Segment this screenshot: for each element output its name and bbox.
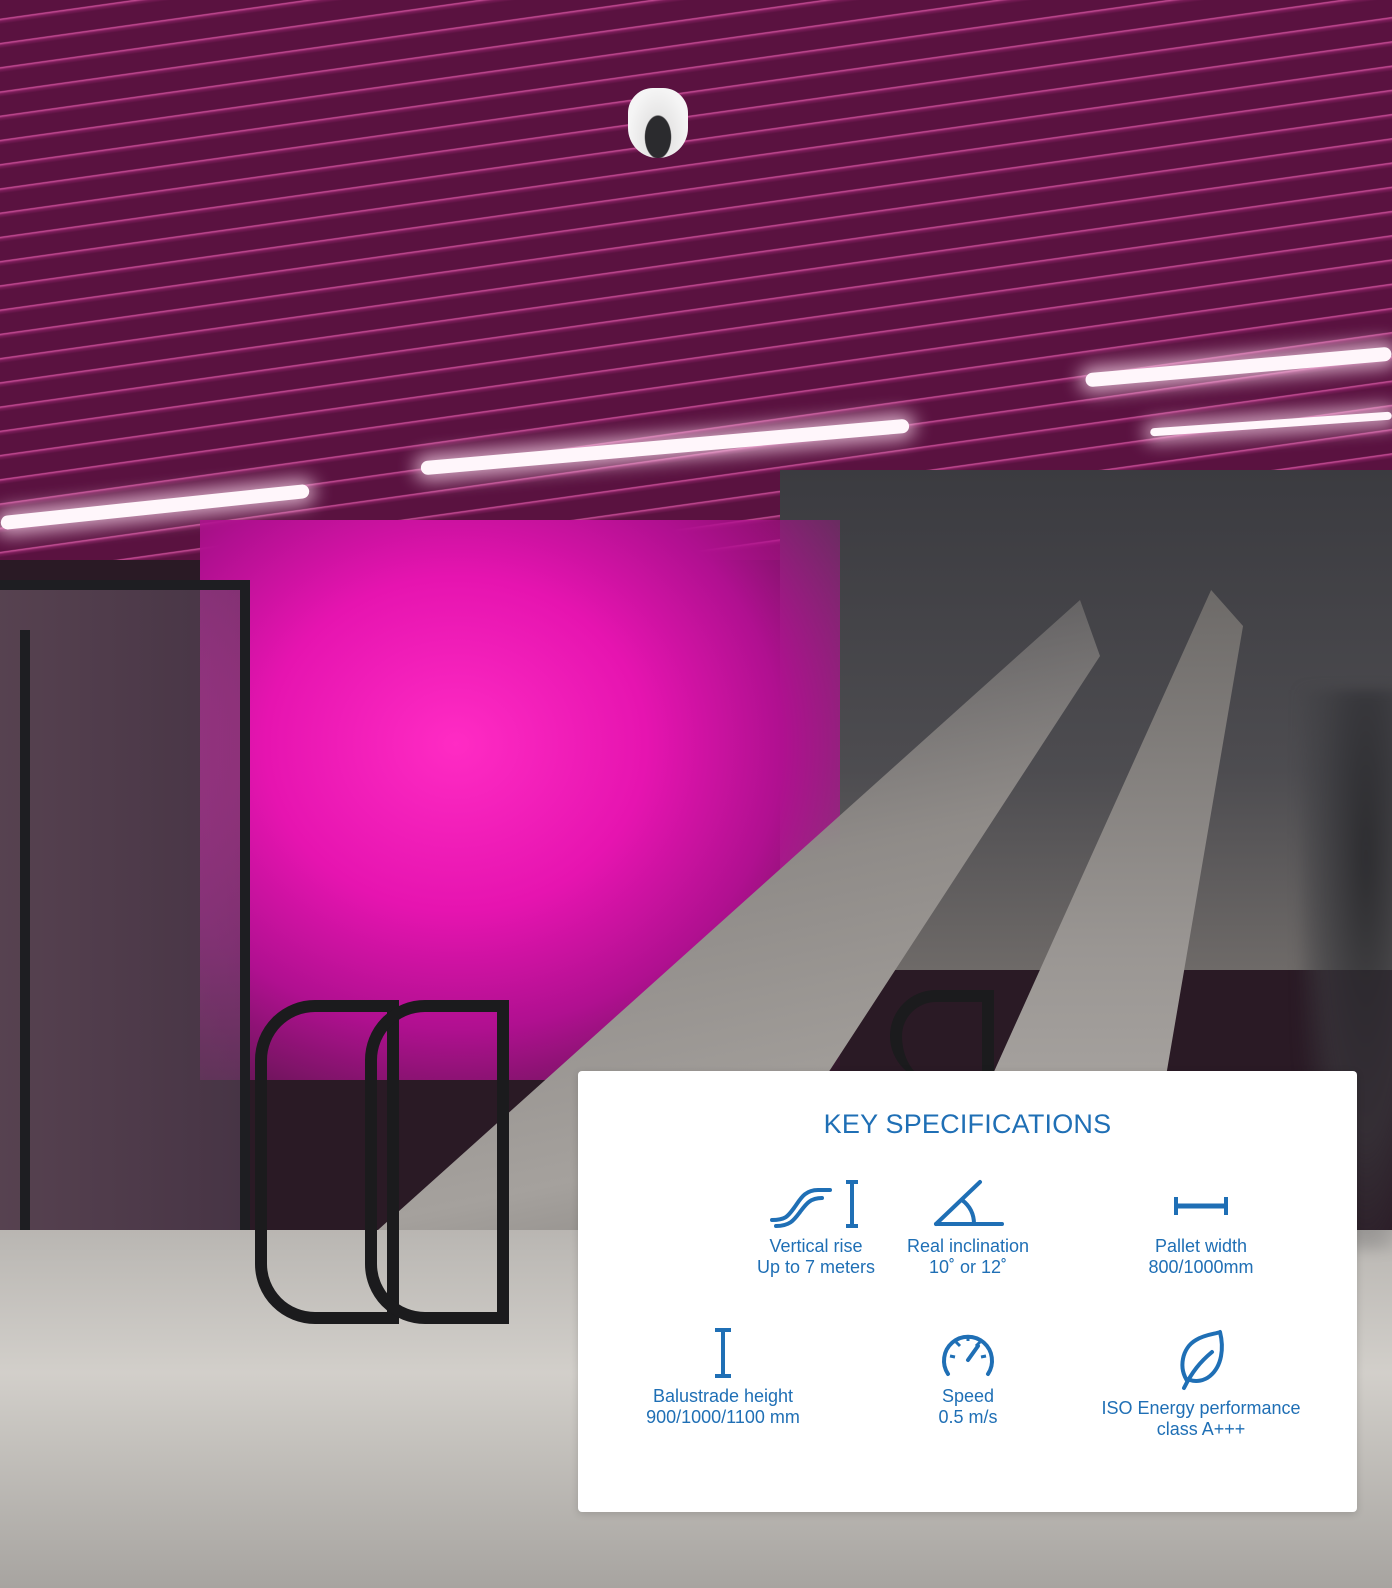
spec-iso-energy: ISO Energy performance class A+++: [1066, 1326, 1336, 1440]
card-title: KEY SPECIFICATIONS: [823, 1109, 1112, 1139]
spec-real-inclination: Real inclination 10˚ or 12˚: [848, 1176, 1088, 1278]
handrail: [365, 1000, 509, 1324]
spec-pallet-width: Pallet width 800/1000mm: [1081, 1176, 1321, 1278]
spec-value: 900/1000/1100 mm: [646, 1407, 800, 1427]
spec-label: Real inclination: [906, 1236, 1030, 1256]
leaf-icon: [1180, 1330, 1224, 1390]
spec-value: 0.5 m/s: [938, 1407, 998, 1427]
handrail: [890, 990, 994, 1082]
spec-value: 800/1000mm: [1148, 1257, 1254, 1277]
height-icon: [715, 1328, 731, 1378]
spec-label: Balustrade height: [652, 1386, 794, 1406]
spec-label: Speed: [941, 1386, 995, 1406]
spec-value: class A+++: [1156, 1419, 1246, 1439]
width-icon: [1174, 1197, 1228, 1215]
spec-speed: Speed 0.5 m/s: [848, 1326, 1088, 1428]
glass-enclosure: [0, 580, 250, 1270]
angle-icon: [934, 1180, 1004, 1226]
spec-value: 10˚ or 12˚: [928, 1257, 1008, 1277]
spec-label: ISO Energy performance: [1101, 1398, 1301, 1418]
security-camera: [628, 88, 688, 158]
spec-label: Pallet width: [1154, 1236, 1248, 1256]
speedometer-icon: [942, 1334, 994, 1376]
key-specifications-card: KEY SPECIFICATIONS Vertical rise Up to 7…: [578, 1071, 1357, 1512]
spec-balustrade-height: Balustrade height 900/1000/1100 mm: [603, 1326, 843, 1428]
